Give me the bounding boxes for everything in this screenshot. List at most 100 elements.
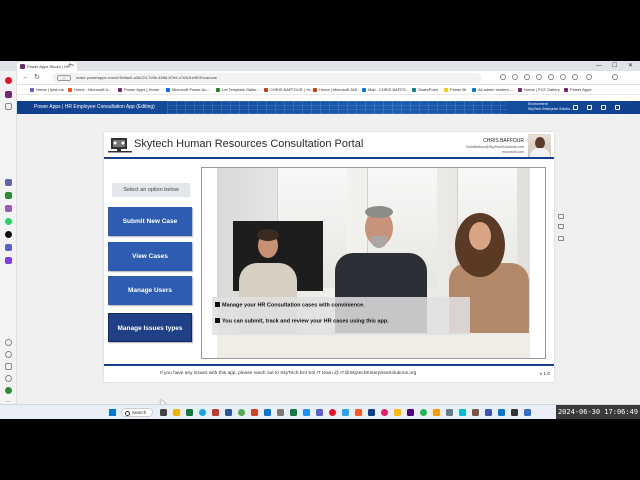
window-maximize-button[interactable]: ☐ xyxy=(612,61,617,71)
split-screen-icon[interactable] xyxy=(560,74,566,80)
browser-sidebar: … xyxy=(0,71,17,415)
app-icon[interactable] xyxy=(381,409,388,416)
messenger-icon[interactable] xyxy=(5,205,12,212)
app-screen: Skytech Human Resources Consultation Por… xyxy=(104,132,554,382)
app-icon[interactable] xyxy=(355,409,362,416)
app-icon[interactable] xyxy=(407,409,414,416)
bookmark-item[interactable]: Home | Microsoft 365 xyxy=(313,85,357,95)
back-icon[interactable]: ← xyxy=(22,73,29,83)
window-close-button[interactable]: ✕ xyxy=(628,61,633,71)
bookmark-item[interactable]: All admin centers -... xyxy=(472,85,514,95)
new-tab-button[interactable]: + xyxy=(68,61,72,71)
opera-app-icon[interactable] xyxy=(329,409,336,416)
bookmark-item[interactable]: Mail - CHRIS BAFFO... xyxy=(362,85,409,95)
screen: Power Apps Studio | HR × + — ☐ ✕ ← ↻ ⓘ m… xyxy=(0,61,640,419)
windows-start-icon[interactable] xyxy=(109,409,116,416)
site-info-icon[interactable]: ⓘ xyxy=(57,75,71,81)
taskbar-clock[interactable]: 2024-06-30 17:06:49 xyxy=(556,405,640,419)
bookmark-item[interactable]: Home | PCF Gallery xyxy=(518,85,560,95)
copy-icon[interactable] xyxy=(558,224,564,229)
app-icon[interactable] xyxy=(5,244,12,251)
header-pattern xyxy=(167,101,507,114)
profile-icon[interactable] xyxy=(572,74,578,80)
app-icon[interactable] xyxy=(511,409,518,416)
powerpoint-icon[interactable] xyxy=(251,409,258,416)
power-apps-header-title: Power Apps | HR Employee Consultation Ap… xyxy=(34,104,155,110)
status-icon[interactable] xyxy=(5,387,12,394)
app-icon[interactable] xyxy=(394,409,401,416)
copilot-icon[interactable] xyxy=(615,105,620,110)
square-bullet-icon xyxy=(215,318,220,323)
word-icon[interactable] xyxy=(225,409,232,416)
settings-menu-icon[interactable] xyxy=(586,74,592,80)
home-icon[interactable] xyxy=(5,103,12,110)
extensions-icon[interactable] xyxy=(500,74,506,80)
app-icon[interactable] xyxy=(459,409,466,416)
settings-icon[interactable] xyxy=(587,105,592,110)
refresh-icon[interactable]: ↻ xyxy=(34,73,40,83)
taskbar-search[interactable]: Search xyxy=(121,408,153,417)
app-icon[interactable] xyxy=(446,409,453,416)
favorites-icon[interactable] xyxy=(512,74,518,80)
bookmark-item[interactable]: Microsoft Power Au... xyxy=(166,85,210,95)
view-cases-button[interactable]: View Cases xyxy=(108,242,192,271)
app-icon[interactable] xyxy=(342,409,349,416)
manage-issues-types-button[interactable]: Manage Issues types xyxy=(108,313,192,342)
bookmark-item[interactable]: Home | lynd.ms xyxy=(30,85,64,95)
caption-overlay: Manage your HR Consultation cases with c… xyxy=(212,297,470,335)
app-icon[interactable] xyxy=(303,409,310,416)
bookmark-item[interactable]: SharePoint xyxy=(412,85,438,95)
hero-image-panel: Manage your HR Consultation cases with c… xyxy=(201,167,546,359)
comment-icon[interactable] xyxy=(558,214,564,219)
window-minimize-button[interactable]: — xyxy=(596,61,602,71)
teams-icon[interactable] xyxy=(5,179,12,186)
store-icon[interactable] xyxy=(290,409,297,416)
power-apps-icon[interactable] xyxy=(5,91,12,98)
bookmark-item[interactable]: Power BI xyxy=(444,85,466,95)
extension-icon[interactable] xyxy=(5,257,12,264)
collections-icon[interactable] xyxy=(524,74,530,80)
app-icon[interactable] xyxy=(524,409,531,416)
downloads-icon[interactable] xyxy=(536,74,542,80)
bookmark-item[interactable]: Let Template Galler... xyxy=(216,85,260,95)
bookmark-item[interactable]: CHRIS BAFFOUR | Yo... xyxy=(264,85,314,95)
app-header: Skytech Human Resources Consultation Por… xyxy=(104,132,554,159)
edge-icon[interactable] xyxy=(199,409,206,416)
teams-app-icon[interactable] xyxy=(316,409,323,416)
file-explorer-icon[interactable] xyxy=(173,409,180,416)
bookmark-item[interactable]: Power Apps xyxy=(564,85,591,95)
bookmark-item[interactable]: Power Apps | Home xyxy=(118,85,159,95)
task-view-icon[interactable] xyxy=(160,409,167,416)
submit-new-case-button[interactable]: Submit New Case xyxy=(108,207,192,236)
cube-icon[interactable] xyxy=(5,363,12,370)
app-icon[interactable] xyxy=(485,409,492,416)
app-icon[interactable] xyxy=(368,409,375,416)
app-icon[interactable] xyxy=(420,409,427,416)
whatsapp-icon[interactable] xyxy=(5,192,12,199)
tiktok-icon[interactable] xyxy=(5,231,12,238)
settings-app-icon[interactable] xyxy=(277,409,284,416)
app-icon[interactable] xyxy=(498,409,505,416)
history-icon[interactable] xyxy=(548,74,554,80)
chat-icon[interactable] xyxy=(5,218,12,225)
app-icon[interactable] xyxy=(433,409,440,416)
excel-icon[interactable] xyxy=(186,409,193,416)
square-bullet-icon xyxy=(215,302,220,307)
copilot-icon[interactable] xyxy=(612,74,618,80)
history-icon[interactable] xyxy=(5,351,12,358)
format-icon[interactable] xyxy=(558,236,564,241)
help-icon[interactable] xyxy=(601,105,606,110)
outlook-icon[interactable] xyxy=(264,409,271,416)
bell-icon[interactable] xyxy=(573,105,578,110)
location-icon[interactable] xyxy=(5,375,12,382)
opera-icon[interactable] xyxy=(5,77,12,84)
manage-users-button[interactable]: Manage Users xyxy=(108,276,192,305)
app-icon[interactable] xyxy=(472,409,479,416)
bookmark-item[interactable]: Home - Microsoft A... xyxy=(68,85,111,95)
environment-picker[interactable]: Environment SkyTech Enterprise Solutio..… xyxy=(528,102,573,112)
heart-icon[interactable] xyxy=(5,339,12,346)
user-photo xyxy=(528,134,551,157)
app-icon[interactable] xyxy=(212,409,219,416)
url-field[interactable]: ⓘ make.powerapps.com/e/Default-a3b224-7c… xyxy=(52,73,482,83)
chrome-icon[interactable] xyxy=(238,409,245,416)
